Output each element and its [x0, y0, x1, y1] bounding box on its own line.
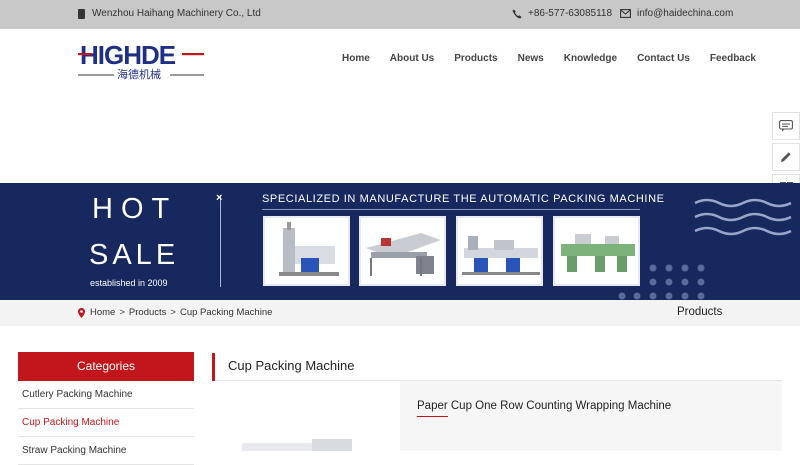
product-thumbnail[interactable]: [212, 381, 400, 451]
phone-device-icon: [78, 8, 85, 19]
breadcrumb-bar: Home > Products > Cup Packing Machine Pr…: [0, 300, 800, 326]
category-sidebar: Categories Cutlery Packing Machine Cup P…: [18, 352, 194, 465]
phone-number: +86-577-63085118: [528, 8, 613, 19]
hero-banner[interactable]: HOT SALE established in 2009 × SPECIALIZ…: [0, 183, 800, 300]
logo-text: HIGHDE: [80, 40, 176, 70]
breadcrumb-products[interactable]: Products: [129, 307, 167, 318]
product-card[interactable]: Paper Cup One Row Counting Wrapping Mach…: [212, 381, 782, 451]
company-name: Wenzhou Haihang Machinery Co., Ltd: [92, 8, 261, 19]
category-item-cutlery[interactable]: Cutlery Packing Machine: [18, 381, 194, 409]
mail-icon: [620, 9, 631, 18]
nav-news[interactable]: News: [518, 53, 544, 64]
banner-tagline-rule: [262, 209, 640, 210]
banner-machine-photo: [263, 216, 350, 286]
nav-knowledge[interactable]: Knowledge: [564, 53, 617, 64]
location-pin-icon: [78, 307, 85, 318]
banner-tagline: SPECIALIZED IN MANUFACTURE THE AUTOMATIC…: [262, 193, 665, 205]
banner-machine-photo: [456, 216, 543, 286]
nav-home[interactable]: Home: [342, 53, 370, 64]
banner-sale: SALE: [89, 239, 180, 271]
message-button[interactable]: [772, 112, 800, 140]
email-info[interactable]: info@haidechina.com: [620, 8, 733, 19]
message-icon: [779, 120, 793, 132]
main-title-block: Cup Packing Machine: [212, 353, 782, 381]
email-address: info@haidechina.com: [637, 8, 734, 19]
nav-about-us[interactable]: About Us: [390, 53, 434, 64]
edit-button[interactable]: [772, 143, 800, 171]
edit-icon: [781, 152, 791, 162]
banner-dots-decoration: [618, 264, 705, 300]
site-header: HIGHDE 海德机械 Home About Us Products News …: [0, 29, 800, 89]
section-title: Products: [677, 306, 723, 318]
breadcrumb-current[interactable]: Cup Packing Machine: [180, 307, 272, 318]
category-item-straw[interactable]: Straw Packing Machine: [18, 437, 194, 465]
main-nav: Home About Us Products News Knowledge Co…: [332, 53, 766, 64]
site-logo[interactable]: HIGHDE 海德机械: [78, 40, 206, 82]
product-title[interactable]: Paper Cup One Row Counting Wrapping Mach…: [417, 400, 671, 412]
product-info: Paper Cup One Row Counting Wrapping Mach…: [400, 381, 782, 451]
breadcrumb: Home > Products > Cup Packing Machine: [78, 307, 272, 318]
categories-heading: Categories: [18, 352, 194, 381]
nav-contact-us[interactable]: Contact Us: [637, 53, 690, 64]
banner-divider: [220, 195, 221, 287]
top-bar: Wenzhou Haihang Machinery Co., Ltd +86-5…: [0, 0, 800, 29]
banner-hot: HOT: [92, 193, 178, 225]
category-item-cup[interactable]: Cup Packing Machine: [18, 409, 194, 437]
breadcrumb-separator: >: [119, 307, 125, 318]
nav-feedback[interactable]: Feedback: [710, 53, 756, 64]
phone-icon: [512, 9, 522, 18]
nav-products[interactable]: Products: [454, 53, 497, 64]
banner-established: established in 2009: [90, 278, 168, 288]
product-title-underline: [417, 416, 448, 417]
company-info: Wenzhou Haihang Machinery Co., Ltd: [78, 8, 261, 19]
banner-waves-decoration: [694, 198, 792, 236]
banner-close-icon: ×: [216, 192, 223, 204]
page-title: Cup Packing Machine: [228, 358, 355, 373]
phone-info[interactable]: +86-577-63085118: [512, 8, 612, 19]
banner-machine-photo: [359, 216, 446, 286]
logo-subtext: 海德机械: [117, 67, 161, 81]
breadcrumb-separator: >: [170, 307, 176, 318]
breadcrumb-home[interactable]: Home: [90, 307, 115, 318]
